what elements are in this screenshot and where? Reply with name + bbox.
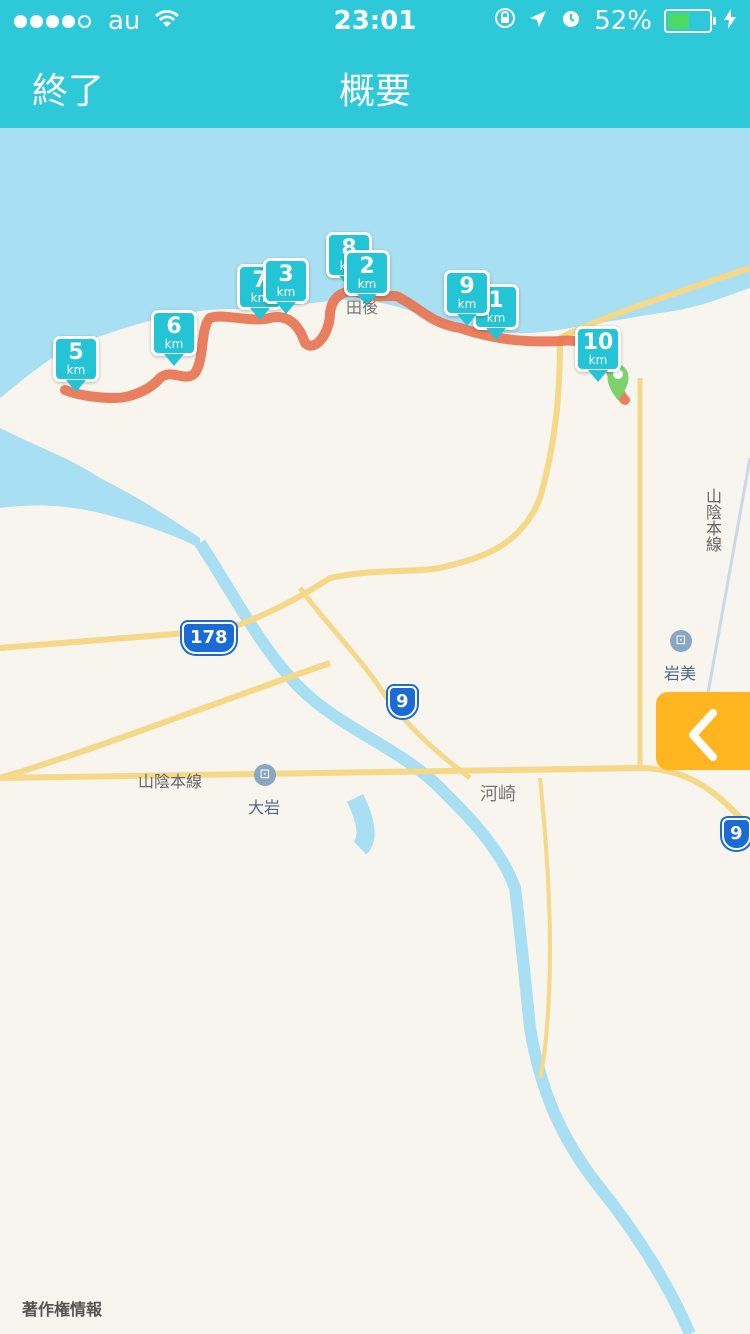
station-label: 岩美 xyxy=(664,664,697,683)
status-bar: au 23:01 52% xyxy=(0,0,750,40)
location-arrow-icon xyxy=(528,6,548,36)
station-label: 大岩 xyxy=(248,798,281,817)
km-marker[interactable]: 6 km xyxy=(151,310,197,366)
top-bar: au 23:01 52% 終了 概要 xyxy=(0,0,750,128)
battery-icon xyxy=(664,9,716,33)
town-label: 河崎 xyxy=(480,784,516,805)
charging-icon xyxy=(724,6,736,36)
battery-percent: 52% xyxy=(594,6,652,36)
chevron-left-icon xyxy=(683,704,723,761)
alarm-icon xyxy=(560,6,582,36)
panel-toggle-button[interactable] xyxy=(656,692,750,770)
train-station-icon[interactable]: ⊡ xyxy=(670,630,692,652)
km-marker[interactable]: 10 km xyxy=(575,326,621,382)
road-shield: 9 xyxy=(388,686,417,718)
km-marker[interactable]: 5 km xyxy=(53,336,99,392)
town-label: 田後 xyxy=(346,298,379,317)
train-station-icon[interactable]: ⊡ xyxy=(254,764,276,786)
copyright-link[interactable]: 著作権情報 xyxy=(22,1296,102,1320)
railway-label: 山陰本線 xyxy=(138,772,203,791)
page-title: 概要 xyxy=(338,71,411,112)
status-right: 52% xyxy=(494,6,736,36)
route-map[interactable]: 5km 6km 7km 3km 8km 2km 1km 9km 10km 178… xyxy=(0,128,750,1334)
km-marker[interactable]: 3 km xyxy=(263,258,309,314)
railway-label-vertical: 山陰本線 xyxy=(703,488,722,552)
road-shield: 9 xyxy=(722,818,750,850)
road-shield: 178 xyxy=(182,622,236,654)
rotation-lock-icon xyxy=(494,6,516,36)
km-marker[interactable]: 9 km xyxy=(444,270,490,326)
